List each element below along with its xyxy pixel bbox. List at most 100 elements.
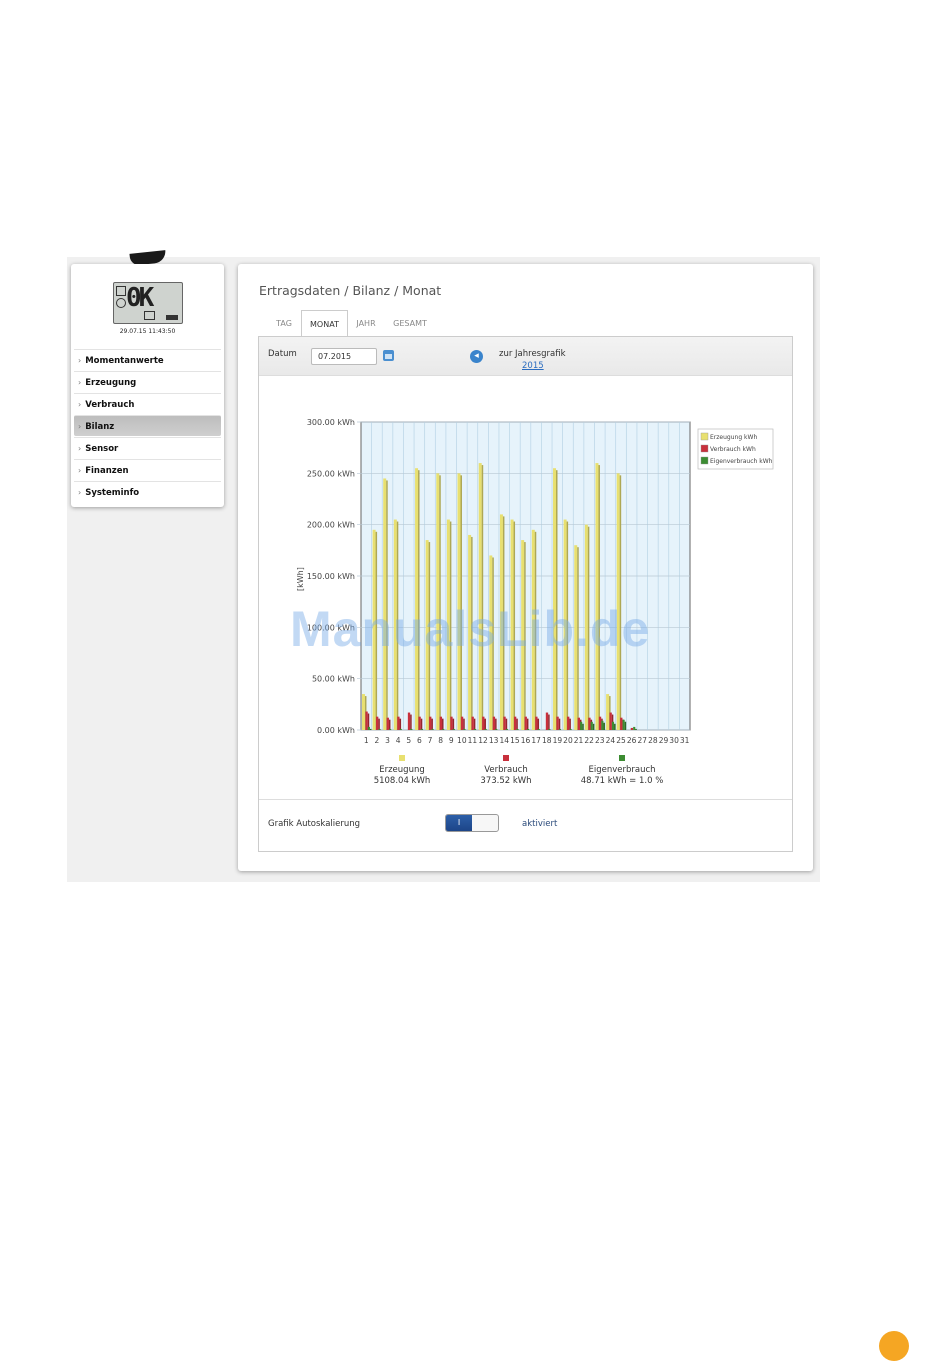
x-tick-label: 19	[553, 736, 563, 745]
bar-eigenverbrauch	[601, 720, 604, 730]
chevron-right-icon: ›	[78, 400, 82, 409]
chevron-right-icon: ›	[78, 378, 82, 387]
bar-shadow	[526, 718, 529, 730]
bar-eigenverbrauch	[590, 721, 593, 730]
bar-verbrauch	[439, 716, 443, 730]
y-tick-label: 250.00 kWh	[307, 469, 355, 478]
bar-verbrauch	[577, 717, 580, 730]
bar-shadow	[603, 722, 605, 730]
x-tick-label: 2	[375, 736, 380, 745]
bar-verbrauch	[620, 717, 623, 730]
sidebar-item-momentanwerte[interactable]: › Momentanwerte	[74, 349, 221, 370]
x-tick-label: 7	[428, 736, 433, 745]
bar-shadow	[516, 718, 518, 730]
toggle-knob: I	[446, 815, 472, 831]
sidebar-item-bilanz[interactable]: › Bilanz	[74, 415, 221, 436]
total-swatch	[619, 755, 625, 761]
x-tick-label: 3	[385, 736, 390, 745]
bar-verbrauch	[365, 711, 368, 730]
bar-eigenverbrauch	[410, 728, 413, 730]
bar-eigenverbrauch	[378, 728, 381, 730]
x-tick-label: 9	[449, 736, 454, 745]
bar-erzeugung	[595, 463, 599, 730]
bar-eigenverbrauch	[622, 719, 625, 730]
legend-swatch	[700, 456, 709, 465]
sidebar-item-sensor[interactable]: › Sensor	[74, 437, 221, 458]
bar-eigenverbrauch	[484, 728, 487, 730]
bar-verbrauch	[450, 716, 453, 730]
autoscale-state: aktiviert	[522, 819, 558, 829]
back-arrow-icon[interactable]: ◂	[470, 350, 483, 363]
balance-chart: 0.00 kWh50.00 kWh100.00 kWh150.00 kWh200…	[296, 418, 774, 786]
total-value: 5108.04 kWh	[374, 776, 431, 786]
sidebar-item-label: Erzeugung	[85, 378, 137, 388]
total-swatch	[399, 755, 405, 761]
x-tick-label: 12	[478, 736, 488, 745]
x-tick-label: 30	[669, 736, 679, 745]
bar-verbrauch	[492, 716, 496, 730]
x-tick-label: 25	[616, 736, 626, 745]
bar-eigenverbrauch	[633, 726, 636, 730]
x-tick-label: 18	[542, 736, 552, 745]
bar-shadow	[442, 718, 444, 730]
page-marker	[879, 1331, 909, 1361]
bar-shadow	[473, 718, 476, 730]
bar-shadow	[592, 723, 595, 730]
x-tick-label: 11	[468, 736, 478, 745]
x-tick-label: 20	[563, 736, 573, 745]
autoscale-toggle[interactable]: I	[445, 814, 499, 832]
bar-verbrauch	[397, 716, 400, 730]
date-input[interactable]	[311, 348, 377, 365]
chevron-right-icon: ›	[78, 422, 82, 431]
bar-verbrauch	[588, 717, 591, 730]
bar-shadow	[410, 714, 412, 730]
grid-icon	[116, 286, 126, 296]
x-tick-label: 17	[531, 736, 541, 745]
autoscale-row: Grafik Autoskalierung I aktiviert	[259, 799, 792, 853]
lcd-status-text: 0K	[126, 283, 154, 313]
sidebar-item-erzeugung[interactable]: › Erzeugung	[74, 371, 221, 392]
bar-eigenverbrauch	[473, 728, 477, 730]
total-name: Verbrauch	[484, 765, 527, 775]
chevron-right-icon: ›	[78, 488, 82, 497]
total-swatch	[503, 755, 509, 761]
bar-verbrauch	[376, 716, 379, 730]
bar-verbrauch	[524, 716, 527, 730]
sidebar-item-label: Systeminfo	[85, 488, 140, 498]
bar-eigenverbrauch	[580, 721, 583, 730]
x-tick-label: 29	[659, 736, 669, 745]
y-tick-label: 200.00 kWh	[307, 521, 355, 530]
bar-shadow	[548, 714, 550, 730]
bar-eigenverbrauch	[367, 726, 370, 730]
total-value: 373.52 kWh	[480, 776, 531, 786]
x-tick-label: 26	[627, 736, 637, 745]
bar-verbrauch	[429, 716, 432, 730]
year-chart-link[interactable]: 2015	[522, 361, 544, 371]
bar-eigenverbrauch	[569, 728, 572, 730]
tab-gesamt[interactable]: GESAMT	[386, 310, 434, 336]
bar-verbrauch	[418, 716, 421, 730]
bar-shadow	[369, 728, 372, 730]
bar-shadow	[481, 465, 484, 730]
sidebar-item-label: Momentanwerte	[85, 356, 164, 366]
bar-eigenverbrauch	[558, 728, 561, 730]
tab-tag[interactable]: TAG	[267, 310, 301, 336]
sidebar-item-finanzen[interactable]: › Finanzen	[74, 459, 221, 480]
bar-verbrauch	[503, 716, 506, 730]
bar-eigenverbrauch	[548, 728, 551, 730]
sidebar-item-label: Bilanz	[85, 422, 115, 432]
bar-eigenverbrauch	[431, 728, 434, 730]
bar-verbrauch	[609, 712, 612, 730]
sidebar-item-systeminfo[interactable]: › Systeminfo	[74, 481, 221, 502]
bar-eigenverbrauch	[452, 728, 455, 730]
sidebar-item-verbrauch[interactable]: › Verbrauch	[74, 393, 221, 414]
tab-monat[interactable]: MONAT	[301, 310, 348, 336]
bar-shadow	[537, 718, 540, 730]
calendar-icon[interactable]	[383, 350, 394, 361]
x-tick-label: 31	[680, 736, 690, 745]
bar-verbrauch	[386, 717, 389, 730]
x-tick-label: 4	[396, 736, 401, 745]
date-bar: Datum ◂ zur Jahresgrafik 2015	[259, 337, 792, 376]
date-label: Datum	[268, 349, 297, 359]
tab-jahr[interactable]: JAHR	[348, 310, 384, 336]
